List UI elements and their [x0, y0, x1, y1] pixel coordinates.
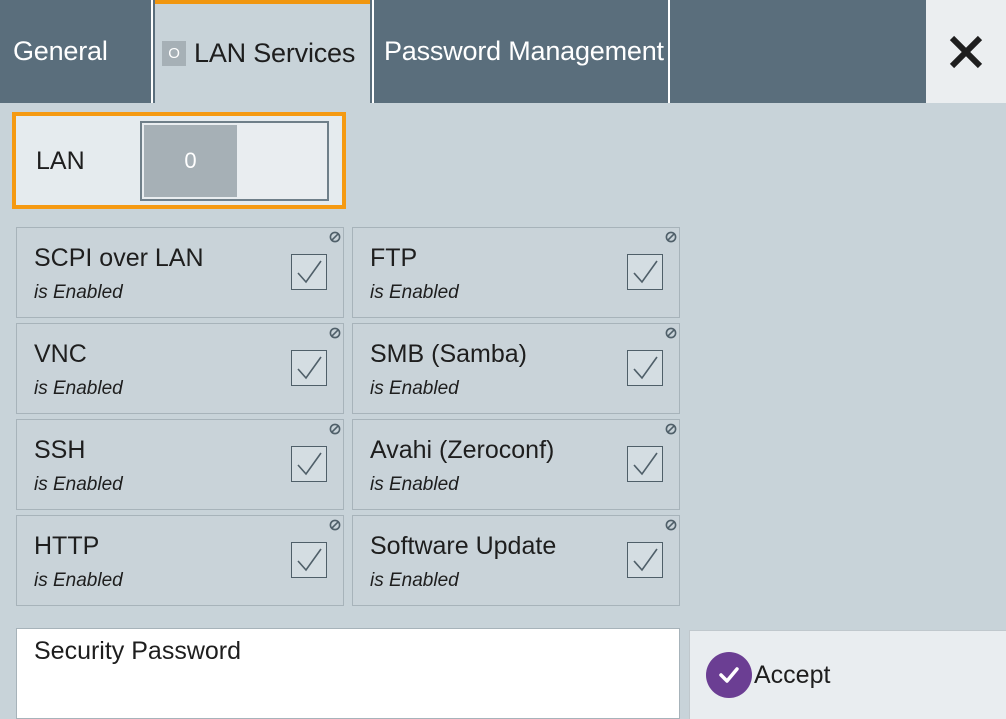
close-button[interactable]	[926, 0, 1006, 103]
checkmark-icon	[297, 548, 322, 572]
lan-toggle[interactable]: 0	[140, 121, 329, 201]
checkmark-icon	[297, 356, 322, 380]
service-item[interactable]: SCPI over LAN is Enabled	[16, 227, 344, 318]
accept-button[interactable]: Accept	[689, 630, 1006, 719]
service-checkbox[interactable]	[291, 542, 327, 578]
service-checkbox[interactable]	[627, 254, 663, 290]
tab-password-management[interactable]: Password Management	[372, 0, 670, 103]
close-icon	[949, 35, 983, 68]
service-name: SMB (Samba)	[370, 340, 527, 368]
checkmark-icon	[633, 452, 658, 476]
security-password-field[interactable]: Security Password	[16, 628, 680, 719]
tab-password-management-label: Password Management	[384, 36, 664, 66]
lan-toggle-knob: 0	[144, 125, 237, 197]
no-entry-icon	[329, 519, 341, 531]
service-checkbox[interactable]	[627, 542, 663, 578]
service-item[interactable]: HTTP is Enabled	[16, 515, 344, 606]
service-state: is Enabled	[370, 570, 459, 591]
tab-bar: General O LAN Services Password Manageme…	[0, 0, 1006, 103]
service-name: SSH	[34, 436, 86, 464]
service-state: is Enabled	[34, 570, 123, 591]
no-entry-icon	[665, 327, 677, 339]
checkmark-icon	[633, 548, 658, 572]
tab-general-label: General	[13, 36, 108, 66]
service-state: is Enabled	[370, 282, 459, 303]
service-item[interactable]: Avahi (Zeroconf) is Enabled	[352, 419, 680, 510]
no-entry-icon	[329, 423, 341, 435]
service-checkbox[interactable]	[627, 350, 663, 386]
service-state: is Enabled	[370, 378, 459, 399]
no-entry-icon	[665, 231, 677, 243]
tab-general[interactable]: General	[0, 0, 153, 103]
service-checkbox[interactable]	[627, 446, 663, 482]
lan-label: LAN	[36, 147, 85, 175]
service-name: SCPI over LAN	[34, 244, 204, 272]
service-state: is Enabled	[34, 282, 123, 303]
no-entry-icon	[329, 327, 341, 339]
checkmark-icon	[633, 356, 658, 380]
no-entry-icon	[665, 519, 677, 531]
service-checkbox[interactable]	[291, 350, 327, 386]
service-item[interactable]: VNC is Enabled	[16, 323, 344, 414]
service-item[interactable]: SMB (Samba) is Enabled	[352, 323, 680, 414]
service-name: HTTP	[34, 532, 100, 560]
check-circle-icon	[706, 652, 752, 698]
service-name: VNC	[34, 340, 87, 368]
checkmark-icon	[633, 260, 658, 284]
service-item[interactable]: SSH is Enabled	[16, 419, 344, 510]
service-checkbox[interactable]	[291, 446, 327, 482]
tab-status-badge: O	[162, 41, 186, 66]
no-entry-icon	[665, 423, 677, 435]
service-state: is Enabled	[34, 474, 123, 495]
service-name: Software Update	[370, 532, 557, 560]
service-state: is Enabled	[34, 378, 123, 399]
tab-lan-services-label: LAN Services	[194, 38, 356, 68]
service-state: is Enabled	[370, 474, 459, 495]
accept-button-label: Accept	[754, 660, 831, 689]
security-password-label: Security Password	[34, 637, 242, 665]
service-item[interactable]: Software Update is Enabled	[352, 515, 680, 606]
service-item[interactable]: FTP is Enabled	[352, 227, 680, 318]
checkmark-icon	[297, 452, 322, 476]
checkmark-icon	[297, 260, 322, 284]
service-name: Avahi (Zeroconf)	[370, 436, 555, 464]
no-entry-icon	[329, 231, 341, 243]
service-checkbox[interactable]	[291, 254, 327, 290]
lan-control: LAN 0	[12, 112, 346, 209]
service-name: FTP	[370, 244, 418, 272]
tab-lan-services[interactable]: O LAN Services	[155, 0, 370, 103]
